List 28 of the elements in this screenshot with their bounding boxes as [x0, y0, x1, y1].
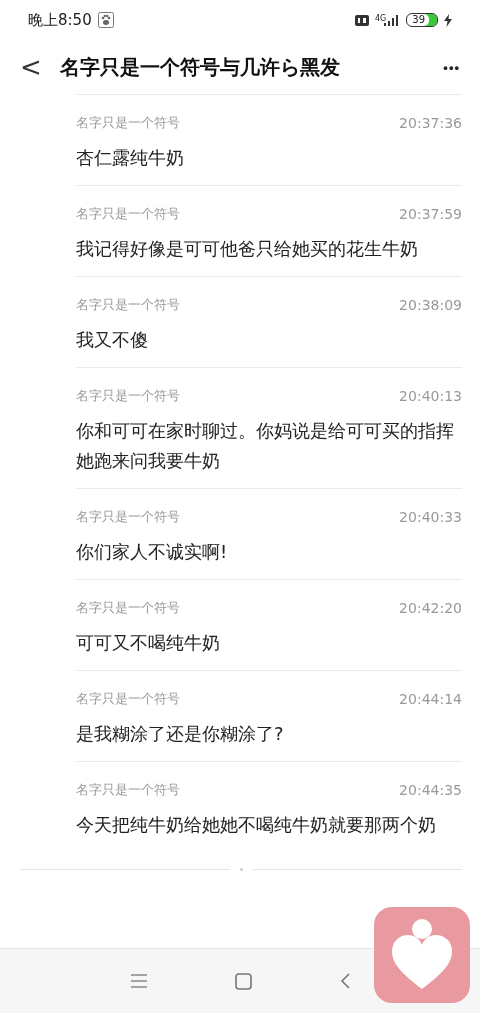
- message-time: 20:40:13: [399, 388, 462, 404]
- message-text: 今天把纯牛奶给她她不喝纯牛奶就要那两个奶: [76, 813, 437, 837]
- bolt-icon: [444, 13, 452, 27]
- message-text: 可可又不喝纯牛奶: [76, 631, 221, 655]
- battery-indicator: 39: [406, 13, 438, 27]
- message-time: 20:44:35: [399, 782, 462, 798]
- status-time: 晚上8:50: [28, 10, 92, 30]
- message-text: 我又不傻: [76, 328, 149, 352]
- back-icon[interactable]: [339, 973, 350, 989]
- message-time: 20:44:14: [399, 691, 462, 707]
- menu-icon[interactable]: [130, 974, 147, 988]
- home-icon[interactable]: [234, 972, 252, 990]
- back-button[interactable]: <: [14, 52, 48, 82]
- message-time: 20:37:36: [399, 115, 462, 131]
- message-time: 20:38:09: [399, 297, 462, 313]
- message-text: 你和可可在家时聊过。你妈说是给可可买的指挥她跑来问我要牛奶: [76, 419, 455, 473]
- message-time: 20:40:33: [399, 509, 462, 525]
- chat-title: 名字只是一个符号与几许ら黑发: [59, 53, 341, 81]
- paw-icon: [97, 12, 114, 28]
- heart-app-icon[interactable]: [374, 907, 470, 1003]
- more-button[interactable]: •••: [437, 58, 466, 76]
- message-text: 你们家人不诚实啊!: [76, 540, 229, 564]
- message-text: 是我糊涂了还是你糊涂了?: [76, 722, 285, 746]
- message-text: 我记得好像是可可他爸只给她买的花生牛奶: [76, 237, 419, 261]
- network-label: 4G: [374, 14, 387, 23]
- message-time: 20:37:59: [399, 206, 462, 222]
- message-time: 20:42:20: [399, 600, 462, 616]
- message-text: 杏仁露纯牛奶: [76, 146, 185, 170]
